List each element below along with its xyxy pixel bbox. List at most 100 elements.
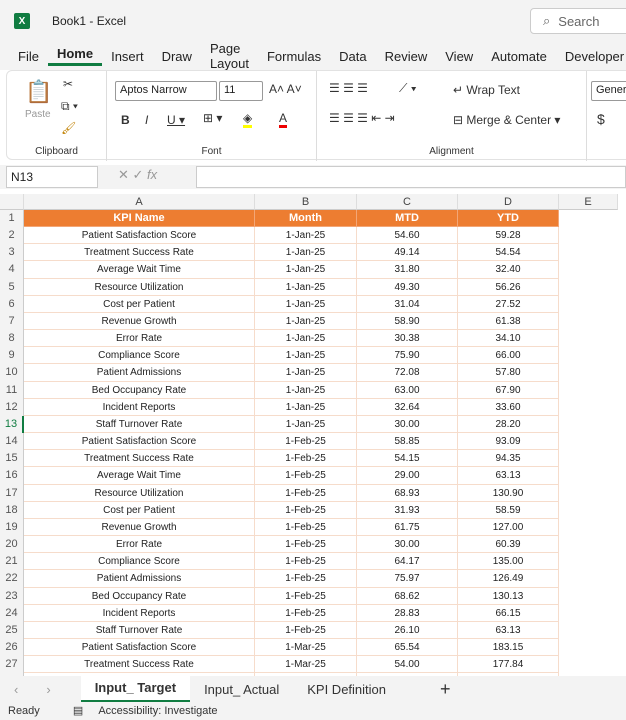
cell-mtd[interactable]: 61.75 [357,518,458,537]
paste-button[interactable]: Paste [25,109,51,120]
row-header[interactable]: 12 [0,398,24,416]
cell-kpi-name[interactable]: Resource Utilization [24,278,255,296]
cell-month[interactable]: 1-Feb-25 [255,553,357,571]
header-cell-kpi-name[interactable]: KPI Name [24,210,255,228]
align-left-icon[interactable]: ☰ ☰ ☰ ⇤ ⇥ [329,111,395,125]
row-header[interactable]: 24 [0,604,24,622]
cell-month[interactable]: 1-Jan-25 [255,278,357,296]
row-header[interactable]: 17 [0,484,24,502]
row-header[interactable]: 11 [0,381,24,399]
sheet-tab-input-target[interactable]: Input_ Target [80,676,191,702]
cell-month[interactable]: 1-Feb-25 [255,587,357,605]
fx-icon[interactable]: ✕ ✓ fx [118,167,157,183]
cell-ytd[interactable]: 126.49 [458,570,559,588]
cell-kpi-name[interactable]: Bed Occupancy Rate [24,381,255,399]
cell-ytd[interactable]: 57.80 [458,364,559,382]
cell-month[interactable]: 1-Feb-25 [255,484,357,502]
format-painter-icon[interactable]: 🖌 [61,121,76,135]
number-format-select[interactable]: General [591,81,626,101]
cell-mtd[interactable]: 30.00 [357,415,458,434]
paste-icon[interactable]: 📋 [25,79,52,105]
cell-kpi-name[interactable]: Bed Occupancy Rate [24,587,255,605]
row-header[interactable]: 20 [0,536,24,554]
row-header[interactable]: 8 [0,330,24,348]
cell-month[interactable]: 1-Jan-25 [255,244,357,262]
cell-month[interactable]: 1-Mar-25 [255,656,357,674]
header-cell-ytd[interactable]: YTD [458,210,559,228]
cell-ytd[interactable]: 93.09 [458,433,559,451]
cell-kpi-name[interactable]: Patient Admissions [24,570,255,588]
column-header-d[interactable]: D [458,194,559,210]
column-header-e[interactable]: E [559,194,618,210]
cell-month[interactable]: 1-Jan-25 [255,364,357,382]
merge-center-button[interactable]: ⊟ Merge & Center ▾ [453,113,560,127]
cell-kpi-name[interactable]: Revenue Growth [24,312,255,331]
scroll-right-icon[interactable]: › [32,682,80,697]
cell-kpi-name[interactable]: Patient Satisfaction Score [24,639,255,657]
row-header[interactable]: 3 [0,244,24,262]
cell-mtd[interactable]: 29.00 [357,467,458,485]
cell-kpi-name[interactable]: Staff Turnover Rate [24,415,255,434]
cell-mtd[interactable]: 26.10 [357,621,458,639]
tab-insert[interactable]: Insert [102,49,153,64]
cell-month[interactable]: 1-Jan-25 [255,261,357,279]
cell-mtd[interactable]: 64.17 [357,553,458,571]
increase-font-icon[interactable]: A˄ A˅ [269,82,302,96]
cell-mtd[interactable]: 75.97 [357,570,458,588]
cell-kpi-name[interactable]: Patient Satisfaction Score [24,433,255,451]
cell-ytd[interactable]: 27.52 [458,295,559,313]
cell-mtd[interactable]: 28.83 [357,604,458,622]
cell-ytd[interactable]: 34.10 [458,330,559,348]
column-header-a[interactable]: A [24,194,255,210]
tab-formulas[interactable]: Formulas [258,49,330,64]
cell-ytd[interactable]: 94.35 [458,450,559,468]
cell-month[interactable]: 1-Feb-25 [255,450,357,468]
column-header-c[interactable]: C [357,194,458,210]
scroll-left-icon[interactable]: ‹ [0,682,32,697]
wrap-text-button[interactable]: ↵ Wrap Text [453,83,520,97]
cell-mtd[interactable]: 30.38 [357,330,458,348]
cell-mtd[interactable]: 54.60 [357,227,458,245]
row-header[interactable]: 23 [0,587,24,605]
cell-kpi-name[interactable]: Resource Utilization [24,484,255,502]
cell-mtd[interactable]: 65.54 [357,639,458,657]
cell-mtd[interactable]: 75.90 [357,347,458,365]
row-header[interactable]: 15 [0,450,24,468]
tab-view[interactable]: View [436,49,482,64]
tab-automate[interactable]: Automate [482,49,556,64]
cell-mtd[interactable]: 32.64 [357,398,458,416]
column-header-b[interactable]: B [255,194,357,210]
row-header[interactable]: 21 [0,553,24,571]
row-header[interactable]: 19 [0,518,24,537]
cell-kpi-name[interactable]: Treatment Success Rate [24,244,255,262]
cell-mtd[interactable]: 58.90 [357,312,458,331]
cell-month[interactable]: 1-Feb-25 [255,501,357,519]
font-size-select[interactable]: 11 [219,81,263,101]
sheet-tab-input-actual[interactable]: Input_ Actual [190,682,293,697]
cell-ytd[interactable]: 54.54 [458,244,559,262]
cell-mtd[interactable]: 31.93 [357,501,458,519]
row-header[interactable]: 25 [0,621,24,639]
orientation-icon[interactable]: ⟋ ▾ [399,81,417,96]
tab-file[interactable]: File [0,49,48,64]
cell-ytd[interactable]: 28.20 [458,415,559,434]
cell-kpi-name[interactable]: Revenue Growth [24,518,255,537]
row-header[interactable]: 16 [0,467,24,485]
cell-ytd[interactable]: 66.00 [458,347,559,365]
cell-ytd[interactable]: 66.15 [458,604,559,622]
accessibility-status[interactable]: Accessibility: Investigate [98,705,217,717]
cell-month[interactable]: 1-Feb-25 [255,570,357,588]
cell-kpi-name[interactable]: Average Wait Time [24,467,255,485]
cell-kpi-name[interactable]: Average Wait Time [24,261,255,279]
cell-kpi-name[interactable]: Patient Satisfaction Score [24,227,255,245]
search-box[interactable]: ⌕ Search [530,8,626,34]
tab-data[interactable]: Data [330,49,375,64]
header-cell-month[interactable]: Month [255,210,357,228]
cell-kpi-name[interactable]: Incident Reports [24,604,255,622]
cell-month[interactable]: 1-Jan-25 [255,312,357,331]
cell-mtd[interactable]: 68.93 [357,484,458,502]
tab-review[interactable]: Review [376,49,437,64]
row-header[interactable]: 27 [0,656,24,674]
cell-month[interactable]: 1-Feb-25 [255,433,357,451]
row-header[interactable]: 4 [0,261,24,279]
